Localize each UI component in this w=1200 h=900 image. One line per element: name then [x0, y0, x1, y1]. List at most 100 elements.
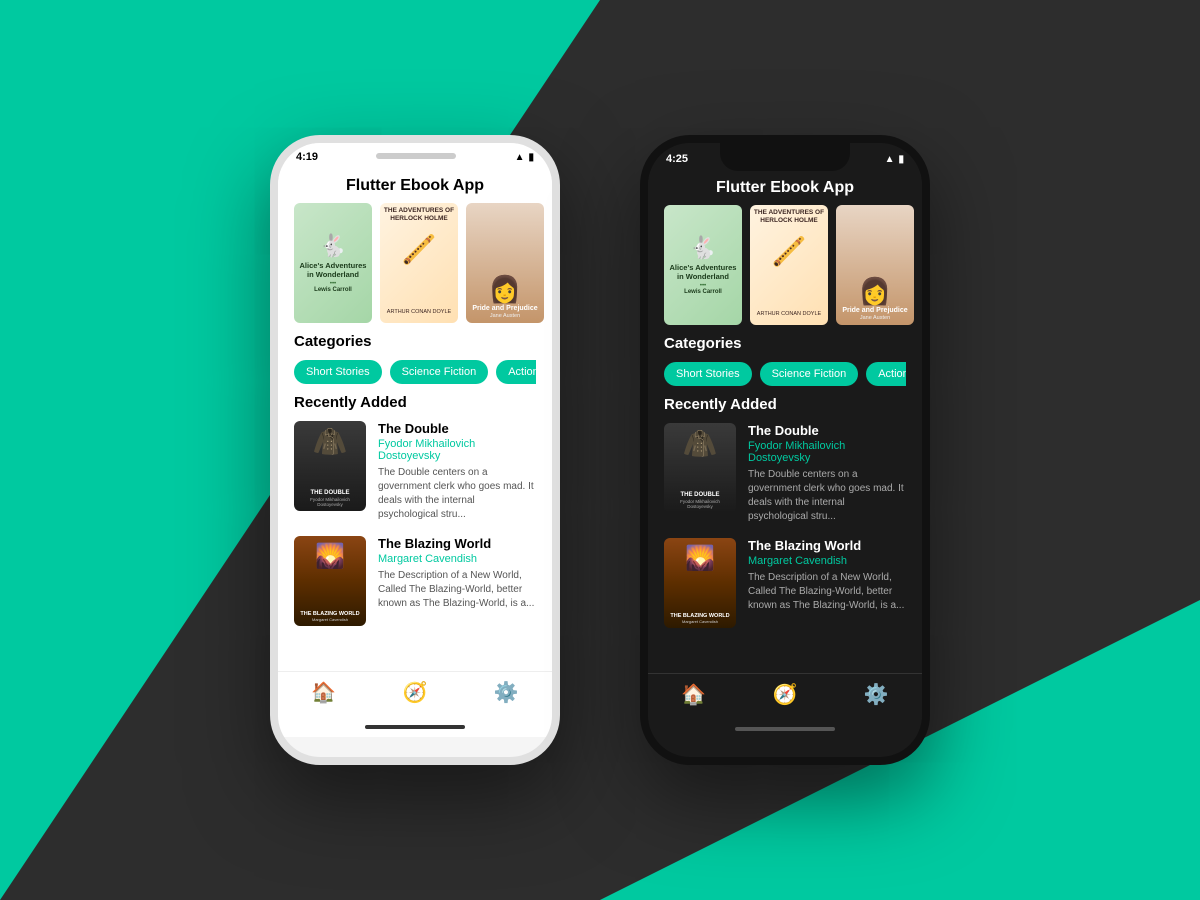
alice-author: Lewis Carroll [314, 287, 352, 293]
top-pill [376, 153, 456, 159]
recently-added-section-dark: Recently Added 🧥 THE DOUBLE Fyodor Mikha… [648, 396, 922, 652]
nav-home-dark[interactable]: 🏠 [681, 682, 706, 707]
double-desc-dark: The Double centers on a government clerk… [748, 468, 906, 524]
book-card-pride-light[interactable]: 👩 Pride and Prejudice Jane Austen [466, 203, 544, 323]
alice-rabbit-icon-dark: 🐇 [689, 235, 716, 261]
pipe-icon-dark: 🪈 [772, 235, 807, 268]
home-indicator-bar-dark [735, 727, 835, 731]
nav-explore-dark[interactable]: 🧭 [773, 682, 798, 707]
time-light: 4:19 [296, 151, 318, 163]
home-indicator-dark [648, 719, 922, 739]
pride-figure-light: 👩 [489, 274, 521, 305]
alice-rabbit-icon: 🐇 [319, 233, 346, 259]
book-carousel-light[interactable]: 🐇 Alice's Adventures in Wonderland ••• L… [278, 203, 552, 333]
book-info-double-dark: The Double Fyodor Mikhailovich Dostoyevs… [748, 423, 906, 524]
pride-author-light: Jane Austen [490, 313, 520, 319]
double-author-dark: Fyodor Mikhailovich Dostoyevsky [748, 440, 906, 464]
double-cover-title-dark: THE DOUBLE [681, 492, 720, 499]
recently-added-title-light: Recently Added [294, 394, 536, 411]
blazing-desc-dark: The Description of a New World, Called T… [748, 571, 906, 613]
book-item-blazing-light[interactable]: 🌄 THE BLAZING WORLD Margaret Cavendish T… [294, 536, 536, 626]
category-action-light[interactable]: Action & Adventur... [496, 360, 536, 384]
book-item-double-dark[interactable]: 🧥 THE DOUBLE Fyodor Mikhailovich Dostoye… [664, 423, 906, 524]
blazing-scene-icon: 🌄 [315, 542, 345, 571]
pride-title-dark: Pride and Prejudice [842, 307, 907, 315]
battery-icon: ▮ [528, 152, 534, 163]
blazing-cover-title-dark: THE BLAZING WORLD [670, 613, 729, 619]
recently-added-title-dark: Recently Added [664, 396, 906, 413]
category-scifi-light[interactable]: Science Fiction [390, 360, 489, 384]
phone-light: 4:19 ▲ ▮ Flutter Ebook App 🐇 Alice's Adv… [270, 135, 560, 765]
double-author-light: Fyodor Mikhailovich Dostoyevsky [378, 438, 536, 462]
double-cover-author: Fyodor Mikhailovich Dostoyevsky [298, 497, 362, 507]
book-card-alice-dark[interactable]: 🐇 Alice's Adventures in Wonderland ••• L… [664, 205, 742, 325]
alice-title-dark: Alice's Adventures in Wonderland [668, 263, 738, 281]
nav-home-light[interactable]: 🏠 [311, 680, 336, 705]
alice-author-dark: Lewis Carroll [684, 289, 722, 295]
home-indicator-bar-light [365, 725, 465, 729]
book-thumb-blazing-light: 🌄 THE BLAZING WORLD Margaret Cavendish [294, 536, 366, 626]
book-card-holmes-light[interactable]: THE ADVENTURES OF HERLOCK HOLME 🪈 ARTHUR… [380, 203, 458, 323]
double-figure-icon: 🧥 [313, 425, 348, 458]
blazing-cover-title: THE BLAZING WORLD [300, 611, 359, 617]
holmes-title-dark: THE ADVENTURES OF HERLOCK HOLME [752, 209, 826, 225]
double-cover-title: THE DOUBLE [311, 490, 350, 497]
nav-settings-light[interactable]: ⚙️ [494, 680, 519, 705]
double-title-light: The Double [378, 421, 536, 436]
category-short-stories-light[interactable]: Short Stories [294, 360, 382, 384]
wifi-icon: ▲ [515, 152, 525, 163]
double-desc-light: The Double centers on a government clerk… [378, 466, 536, 522]
category-action-dark[interactable]: Action & Adventur... [866, 362, 906, 386]
book-thumb-double-light: 🧥 THE DOUBLE Fyodor Mikhailovich Dostoye… [294, 421, 366, 511]
pride-author-dark: Jane Austen [860, 315, 890, 321]
alice-title-light: Alice's Adventures in Wonderland [298, 261, 368, 279]
scroll-content-light[interactable]: Categories Short Stories Science Fiction… [278, 333, 552, 671]
holmes-author-light: ARTHUR CONAN DOYLE [387, 309, 451, 319]
book-card-alice-light[interactable]: 🐇 Alice's Adventures in Wonderland ••• L… [294, 203, 372, 323]
book-info-blazing-dark: The Blazing World Margaret Cavendish The… [748, 538, 906, 628]
nav-settings-dark[interactable]: ⚙️ [864, 682, 889, 707]
book-item-blazing-dark[interactable]: 🌄 THE BLAZING WORLD Margaret Cavendish T… [664, 538, 906, 628]
phone-content-light: Flutter Ebook App 🐇 Alice's Adventures i… [278, 167, 552, 737]
book-item-double-light[interactable]: 🧥 THE DOUBLE Fyodor Mikhailovich Dostoye… [294, 421, 536, 522]
blazing-desc-light: The Description of a New World, Called T… [378, 569, 536, 611]
home-indicator-light [278, 717, 552, 737]
book-thumb-double-dark: 🧥 THE DOUBLE Fyodor Mikhailovich Dostoye… [664, 423, 736, 513]
scroll-content-dark[interactable]: Categories Short Stories Science Fiction… [648, 335, 922, 673]
time-dark: 4:25 [666, 153, 688, 165]
status-bar-light: 4:19 ▲ ▮ [278, 143, 552, 167]
blazing-title-light: The Blazing World [378, 536, 536, 551]
categories-list-dark: Short Stories Science Fiction Action & A… [664, 362, 906, 386]
phone-content-dark: Flutter Ebook App 🐇 Alice's Adventures i… [648, 169, 922, 739]
wifi-icon-dark: ▲ [885, 154, 895, 165]
phones-container: 4:19 ▲ ▮ Flutter Ebook App 🐇 Alice's Adv… [0, 0, 1200, 900]
categories-list-light: Short Stories Science Fiction Action & A… [294, 360, 536, 384]
holmes-author-dark: ARTHUR CONAN DOYLE [757, 311, 821, 321]
blazing-author-light: Margaret Cavendish [378, 553, 536, 565]
book-card-pride-dark[interactable]: 👩 Pride and Prejudice Jane Austen [836, 205, 914, 325]
category-scifi-dark[interactable]: Science Fiction [760, 362, 859, 386]
double-figure-icon-dark: 🧥 [683, 427, 718, 460]
status-icons-light: ▲ ▮ [515, 152, 534, 163]
category-short-stories-dark[interactable]: Short Stories [664, 362, 752, 386]
notch-dark [720, 143, 850, 171]
app-title-light: Flutter Ebook App [278, 167, 552, 203]
battery-icon-dark: ▮ [898, 154, 904, 165]
blazing-author-dark: Margaret Cavendish [748, 555, 906, 567]
blazing-scene-icon-dark: 🌄 [685, 544, 715, 573]
categories-section-dark: Categories Short Stories Science Fiction… [648, 335, 922, 396]
pipe-icon-light: 🪈 [402, 233, 437, 266]
pride-figure-dark: 👩 [859, 276, 891, 307]
double-cover-author-dark: Fyodor Mikhailovich Dostoyevsky [668, 499, 732, 509]
book-card-holmes-dark[interactable]: THE ADVENTURES OF HERLOCK HOLME 🪈 ARTHUR… [750, 205, 828, 325]
status-icons-dark: ▲ ▮ [885, 154, 904, 165]
bottom-nav-dark: 🏠 🧭 ⚙️ [648, 673, 922, 719]
blazing-cover-author: Margaret Cavendish [312, 617, 348, 622]
book-info-double-light: The Double Fyodor Mikhailovich Dostoyevs… [378, 421, 536, 522]
pride-title-light: Pride and Prejudice [472, 305, 537, 313]
nav-explore-light[interactable]: 🧭 [403, 680, 428, 705]
book-carousel-dark[interactable]: 🐇 Alice's Adventures in Wonderland ••• L… [648, 205, 922, 335]
blazing-title-dark: The Blazing World [748, 538, 906, 553]
phone-dark: 4:25 ▲ ▮ Flutter Ebook App 🐇 Alice's Adv… [640, 135, 930, 765]
recently-added-section-light: Recently Added 🧥 THE DOUBLE Fyodor Mikha… [278, 394, 552, 650]
